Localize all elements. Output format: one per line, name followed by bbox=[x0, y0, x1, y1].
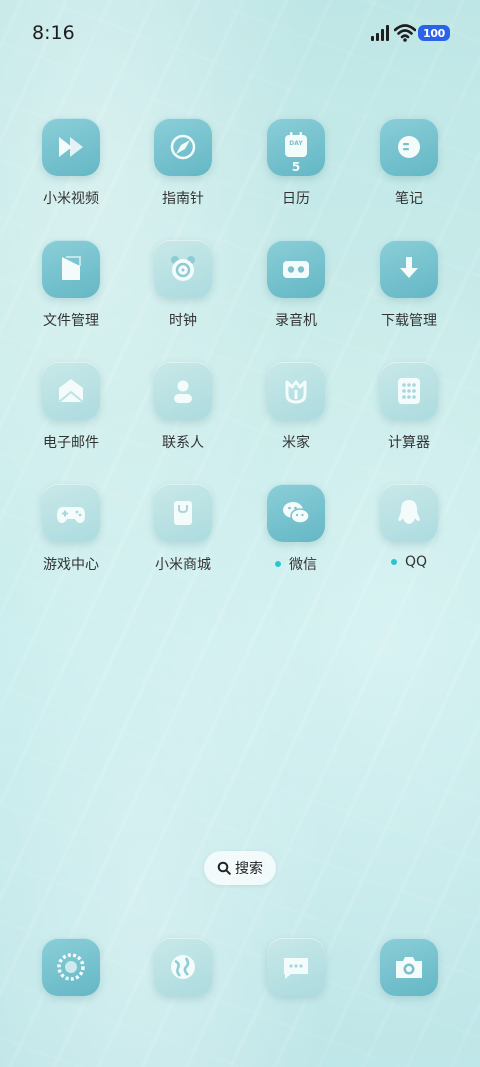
app-label: 电子邮件 bbox=[43, 435, 99, 451]
dock-messages[interactable] bbox=[240, 938, 352, 1002]
app-label: 微信 bbox=[275, 554, 317, 574]
calculator-icon bbox=[380, 362, 438, 420]
app-label-text: 微信 bbox=[289, 557, 317, 573]
camera-icon bbox=[380, 938, 438, 996]
app-label: QQ bbox=[390, 554, 428, 570]
search-label: 搜索 bbox=[235, 861, 263, 877]
app-compass[interactable]: 指南针 bbox=[127, 118, 239, 228]
app-file-manager[interactable]: 文件管理 bbox=[15, 240, 127, 350]
app-label: 小米视频 bbox=[43, 191, 99, 207]
play-icon bbox=[42, 118, 100, 176]
alarm-clock-icon bbox=[154, 240, 212, 298]
battery-indicator: 100 bbox=[418, 25, 450, 41]
shopping-bag-icon bbox=[154, 484, 212, 542]
mail-icon bbox=[42, 362, 100, 420]
wifi-icon bbox=[394, 24, 416, 42]
status-time: 8:16 bbox=[32, 22, 75, 44]
app-calculator[interactable]: 计算器 bbox=[353, 362, 465, 472]
app-game-center[interactable]: 游戏中心 bbox=[15, 484, 127, 594]
app-label: 文件管理 bbox=[43, 313, 99, 329]
search-icon bbox=[217, 861, 231, 875]
app-label: 米家 bbox=[282, 435, 310, 451]
dock-camera[interactable] bbox=[353, 938, 465, 1002]
app-label: 下载管理 bbox=[381, 313, 437, 329]
app-clock[interactable]: 时钟 bbox=[127, 240, 239, 350]
app-qq[interactable]: QQ bbox=[353, 484, 465, 594]
app-label: 录音机 bbox=[275, 313, 317, 329]
calendar-icon: DAY 5 bbox=[267, 118, 325, 176]
gamepad-icon bbox=[42, 484, 100, 542]
compass-icon bbox=[154, 118, 212, 176]
contact-icon bbox=[154, 362, 212, 420]
download-icon bbox=[380, 240, 438, 298]
folder-icon bbox=[42, 240, 100, 298]
mijia-icon bbox=[267, 362, 325, 420]
app-label: 笔记 bbox=[395, 191, 423, 207]
phone-dial-icon bbox=[42, 938, 100, 996]
app-label: 日历 bbox=[282, 191, 310, 207]
recorder-icon bbox=[267, 240, 325, 298]
qq-penguin-icon bbox=[380, 484, 438, 542]
notification-dot bbox=[390, 559, 397, 565]
signal-icon bbox=[371, 25, 389, 41]
browser-globe-icon bbox=[154, 938, 212, 996]
notes-icon bbox=[380, 118, 438, 176]
app-label: 指南针 bbox=[162, 191, 204, 207]
app-email[interactable]: 电子邮件 bbox=[15, 362, 127, 472]
dock-phone[interactable] bbox=[15, 938, 127, 1002]
message-icon bbox=[267, 938, 325, 996]
app-notes[interactable]: 笔记 bbox=[353, 118, 465, 228]
app-contacts[interactable]: 联系人 bbox=[127, 362, 239, 472]
app-label: 计算器 bbox=[388, 435, 430, 451]
status-bar: 8:16 100 bbox=[0, 0, 480, 64]
app-label: 联系人 bbox=[162, 435, 204, 451]
app-wechat[interactable]: 微信 bbox=[240, 484, 352, 594]
app-mi-store[interactable]: 小米商城 bbox=[127, 484, 239, 594]
app-download-manager[interactable]: 下载管理 bbox=[353, 240, 465, 350]
app-label: 小米商城 bbox=[155, 557, 211, 573]
app-label: 时钟 bbox=[169, 313, 197, 329]
app-recorder[interactable]: 录音机 bbox=[240, 240, 352, 350]
app-mi-video[interactable]: 小米视频 bbox=[15, 118, 127, 228]
calendar-text: DAY bbox=[289, 140, 303, 147]
app-calendar[interactable]: DAY 5 日历 bbox=[240, 118, 352, 228]
app-mijia[interactable]: 米家 bbox=[240, 362, 352, 472]
search-button[interactable]: 搜索 bbox=[204, 851, 276, 885]
dock-browser[interactable] bbox=[127, 938, 239, 1002]
wechat-icon bbox=[267, 484, 325, 542]
notification-dot bbox=[275, 561, 281, 567]
battery-level: 100 bbox=[422, 26, 446, 40]
calendar-day: 5 bbox=[291, 160, 301, 174]
app-label: 游戏中心 bbox=[43, 557, 99, 573]
app-label-text: QQ bbox=[404, 554, 428, 570]
